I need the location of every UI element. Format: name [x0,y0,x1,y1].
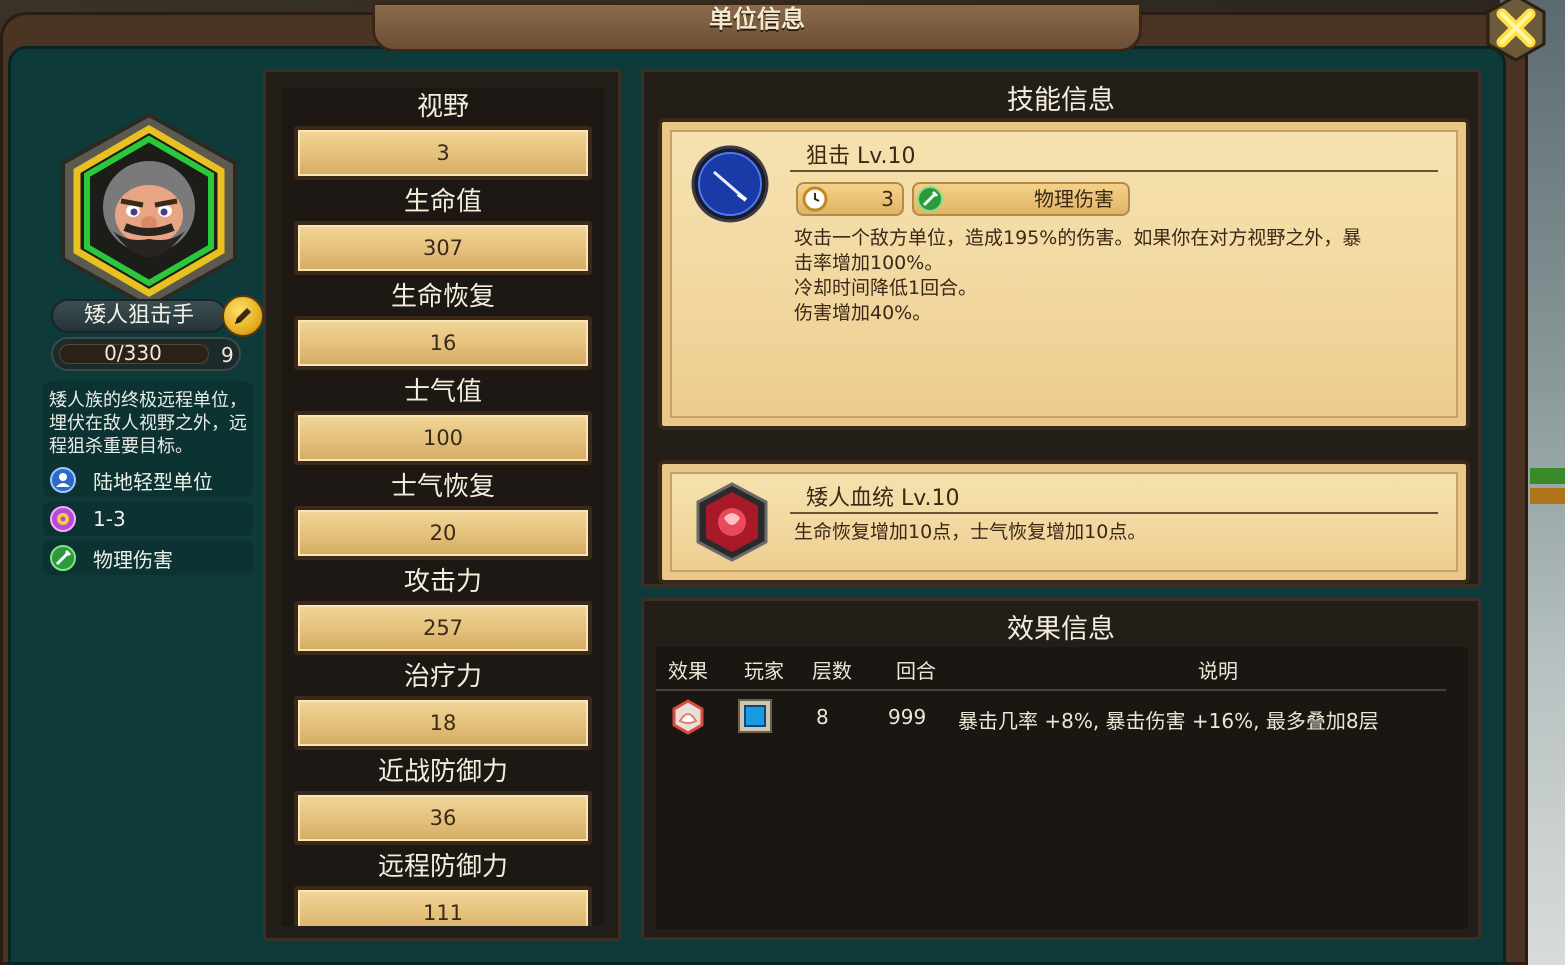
stat-row: 治疗力 18 [282,658,604,750]
stat-label: 近战防御力 [377,757,508,787]
stat-label: 士气恢复 [390,472,495,502]
effect-turns: 999 [888,705,927,729]
stat-value: 36 [294,791,592,845]
header-stacks: 层数 [812,659,852,683]
pencil-icon [235,308,251,324]
crit-buff-icon [672,699,704,735]
skill-description-line: 击率增加100%。 [794,252,944,274]
stats-list[interactable]: 视野 3 生命值 307 生命恢复 16 士气值 100 士气恢复 20 攻击力 257 治疗力 18 近战… [282,88,604,926]
cooldown-tag: 3 [796,182,904,216]
close-button[interactable] [1482,0,1550,62]
effect-stacks: 8 [816,705,829,729]
sword-damage-icon [917,186,943,212]
skill-card: 矮人血统 Lv.10 生命恢复增加10点，士气恢复增加10点。 [658,460,1470,584]
stats-panel: 视野 3 生命值 307 生命恢复 16 士气值 100 士气恢复 20 攻击力 257 治疗力 18 近战… [263,69,621,941]
dwarf-bloodline-icon [692,482,772,562]
skill-description-line: 生命恢复增加10点，士气恢复增加10点。 [794,521,1147,543]
skill-description-line: 攻击一个敌方单位，造成195%的伤害。如果你在对方视野之外，暴 [794,227,1362,249]
stat-label: 生命恢复 [390,282,495,312]
stat-row: 士气恢复 20 [282,468,604,560]
stat-value: 257 [294,601,592,655]
sword-damage-icon [49,544,77,572]
stat-value: 307 [294,221,592,275]
snipe-skill-icon [690,144,770,224]
unit-morale-bar [1530,488,1565,504]
unit-name: 矮人狙击手 [51,299,227,333]
effects-panel: 效果信息 效果 玩家 层数 回合 说明 8 999 暴击几率 +8%, 暴击伤害… [641,598,1481,940]
experience-text: 0/330 [104,341,162,365]
stat-row: 近战防御力 36 [282,753,604,845]
window-title-plate: 单位信息 [372,2,1142,52]
effects-panel-title: 效果信息 [1007,614,1115,645]
stat-row: 攻击力 257 [282,563,604,655]
trait-label: 陆地轻型单位 [93,469,213,494]
trait-damage-type: 物理伤害 [43,541,253,575]
skill-description-line: 伤害增加40%。 [794,302,932,324]
range-target-icon [49,505,77,533]
clock-icon [802,186,828,212]
stat-row: 生命值 307 [282,183,604,275]
skills-panel: 技能信息 狙击 Lv.10 3 物理伤害 攻击一个敌方单位，造成195%的伤害。… [641,69,1481,587]
window-title: 单位信息 [709,5,805,33]
stat-value: 111 [294,886,592,926]
header-player: 玩家 [744,659,784,683]
unit-health-bar [1530,468,1565,484]
skill-card: 狙击 Lv.10 3 物理伤害 攻击一个敌方单位，造成195%的伤害。如果你在对… [658,118,1470,430]
unit-portrait [51,112,247,310]
damage-type-label: 物理伤害 [1034,187,1114,211]
trait-attack-range: 1-3 [43,502,253,536]
skill-name: 狙击 Lv.10 [806,144,916,169]
stat-value: 20 [294,506,592,560]
skill-description-line: 冷却时间降低1回合。 [794,277,978,299]
stat-label: 治疗力 [403,662,482,692]
trait-label: 物理伤害 [93,547,173,572]
stat-row: 士气值 100 [282,373,604,465]
stat-label: 士气值 [403,377,482,407]
skill-description: 攻击一个敌方单位，造成195%的伤害。如果你在对方视野之外，暴 击率增加100%… [794,226,1454,326]
skill-divider [790,170,1438,172]
person-shield-icon [49,466,77,494]
header-turns: 回合 [896,659,936,683]
stat-value: 100 [294,411,592,465]
damage-type-tag: 物理伤害 [912,182,1130,216]
skills-panel-title: 技能信息 [1007,85,1115,116]
skill-name: 矮人血统 Lv.10 [806,486,960,511]
unit-level: 9 [221,343,234,367]
stat-row: 视野 3 [282,88,604,180]
table-header-divider [656,689,1446,691]
stat-row: 生命恢复 16 [282,278,604,370]
stat-value: 16 [294,316,592,370]
cooldown-value: 3 [881,187,894,211]
stat-value: 3 [294,126,592,180]
effect-description: 暴击几率 +8%, 暴击伤害 +16%, 最多叠加8层 [958,709,1379,733]
trait-unit-type: 陆地轻型单位 [43,463,253,497]
stat-row: 远程防御力 111 [282,848,604,926]
skill-description: 生命恢复增加10点，士气恢复增加10点。 [794,520,1454,545]
stat-label: 生命值 [403,187,482,217]
effects-table: 效果 玩家 层数 回合 说明 8 999 暴击几率 +8%, 暴击伤害 +16%… [656,647,1468,929]
rename-button[interactable] [222,295,264,337]
stat-value: 18 [294,696,592,750]
stat-label: 攻击力 [403,567,482,597]
experience-bar: 0/330 9 [51,337,241,371]
stat-label: 视野 [416,92,469,122]
header-effect: 效果 [668,659,708,683]
trait-label: 1-3 [93,507,126,531]
close-icon [1486,0,1546,62]
header-description: 说明 [1198,659,1238,683]
stat-label: 远程防御力 [377,852,508,882]
skill-divider [790,512,1438,514]
game-screen: 矮人狙击手 0/330 9 矮人族的终极远程单位，埋伏在敌人视野之外，远程狙杀重… [0,0,1565,965]
player-blue-icon [738,699,772,733]
